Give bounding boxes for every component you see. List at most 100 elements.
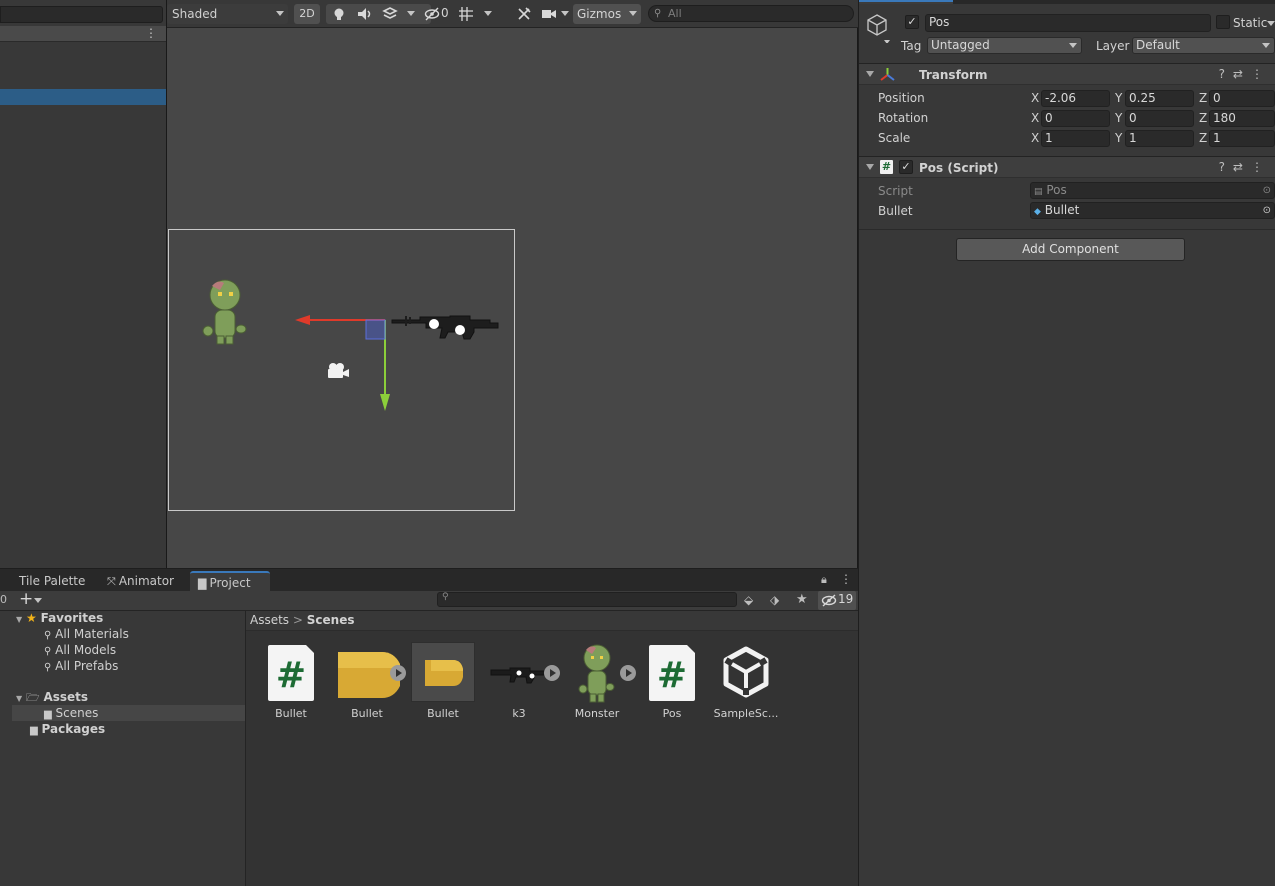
lock-icon[interactable]: 🔒︎ (821, 573, 827, 587)
axis-z-label: Z (1199, 91, 1208, 105)
asset-bullet-sprite-sheet[interactable]: Bullet (332, 642, 406, 720)
tree-item-assets[interactable]: ▼ 🗁︎ Assets (16, 689, 88, 705)
tree-item-all-prefabs[interactable]: ⚲ All Prefabs (44, 658, 118, 674)
breadcrumb-assets[interactable]: Assets (250, 613, 289, 627)
transform-title: Transform (919, 68, 988, 82)
asset-bullet-prefab[interactable]: Bullet (408, 642, 478, 720)
star-favorite-icon[interactable]: ★ (796, 592, 808, 607)
foldout-down-icon: ▼ (16, 694, 23, 703)
tools-icon[interactable] (516, 6, 532, 22)
search-by-type-icon[interactable]: ⬙ (744, 593, 753, 607)
kebab-menu-icon[interactable]: ⋮ (840, 572, 852, 586)
object-name-field[interactable]: Pos (925, 14, 1211, 32)
shading-mode-label: Shaded (172, 7, 218, 21)
star-icon: ★ (25, 611, 37, 625)
svg-text:#: # (657, 655, 687, 696)
rotation-x-field[interactable]: 0 (1041, 110, 1110, 127)
rotation-y-field[interactable]: 0 (1125, 110, 1194, 127)
kebab-menu-icon[interactable]: ⋮ (145, 26, 157, 41)
scale-label: Scale (878, 131, 911, 145)
hidden-packages-toggle[interactable]: 19 (818, 591, 856, 610)
scale-x-field[interactable]: 1 (1041, 130, 1110, 147)
pos-script-header[interactable]: # ✓ Pos (Script) ?⇄⋮ (859, 156, 1275, 178)
csharp-script-icon: # (268, 645, 314, 701)
transform-header[interactable]: Transform ?⇄⋮ (859, 63, 1275, 85)
asset-pos-script[interactable]: # Pos (637, 642, 707, 720)
static-checkbox[interactable] (1216, 15, 1230, 29)
tree-item-favorites[interactable]: ▼ ★ Favorites (16, 610, 103, 626)
folder-open-icon: 🗁︎ (25, 691, 40, 704)
toggle-2d-button[interactable]: 2D (294, 4, 320, 24)
folder-icon: ▆ (44, 709, 52, 720)
bullet-reference-field[interactable]: ◆ Bullet ⊙ (1030, 202, 1275, 219)
shading-mode-dropdown[interactable]: Shaded (167, 4, 288, 24)
project-search-input[interactable]: ⚲ (437, 592, 737, 607)
scale-y-field[interactable]: 1 (1125, 130, 1194, 147)
asset-k3-sprite-sheet[interactable]: k3 (484, 642, 560, 720)
hidden-packages-count: 19 (838, 592, 854, 606)
component-header-icons[interactable]: ?⇄⋮ (1219, 160, 1271, 174)
bullet-prefab-icon (425, 660, 463, 686)
prefab-cube-icon: ◆ (1034, 207, 1041, 217)
label-tag-icon[interactable]: ⬗ (770, 593, 779, 607)
object-picker-icon[interactable]: ⊙ (1263, 203, 1271, 218)
asset-monster-sprite-sheet[interactable]: Monster (562, 642, 636, 720)
expand-play-icon[interactable] (620, 665, 636, 681)
gizmos-dropdown[interactable]: Gizmos (573, 4, 641, 24)
active-checkbox[interactable]: ✓ (905, 15, 919, 29)
create-asset-button[interactable]: + (17, 589, 45, 609)
tab-animator[interactable]: ⤧ Animator (99, 571, 182, 591)
bullet-label: Bullet (878, 204, 913, 218)
lightbulb-icon[interactable] (332, 7, 346, 21)
gameobject-cube-icon (867, 14, 890, 43)
expand-play-icon[interactable] (544, 665, 560, 681)
tab-inspector[interactable] (859, 0, 953, 4)
position-x-field[interactable]: -2.06 (1041, 90, 1110, 107)
component-divider (859, 229, 1275, 230)
move-tool-gizmo[interactable] (290, 305, 400, 415)
expand-play-icon[interactable] (390, 665, 406, 681)
breadcrumb-scenes[interactable]: Scenes (307, 613, 355, 627)
grid-dropdown-icon[interactable] (484, 11, 492, 16)
grid-snapping-icon[interactable] (458, 6, 474, 22)
position-z-field[interactable]: 0 (1209, 90, 1275, 107)
component-header-icons[interactable]: ?⇄⋮ (1219, 67, 1271, 81)
rotation-z-field[interactable]: 180 (1209, 110, 1275, 127)
scale-x-value: 1 (1045, 131, 1053, 145)
hierarchy-search-input[interactable] (0, 6, 163, 23)
chevron-down-icon (1069, 43, 1077, 48)
camera-gizmo-icon[interactable] (325, 362, 351, 380)
hierarchy-panel (0, 0, 167, 568)
gun-sprite[interactable] (390, 308, 502, 344)
position-y-field[interactable]: 0.25 (1125, 90, 1194, 107)
tag-value: Untagged (931, 38, 990, 52)
scale-z-field[interactable]: 1 (1209, 130, 1275, 147)
hidden-eye-icon (821, 594, 837, 607)
scene-camera-icon[interactable] (541, 8, 557, 20)
component-enabled-checkbox[interactable]: ✓ (899, 160, 913, 174)
asset-bullet-script[interactable]: # Bullet (256, 642, 326, 720)
hidden-objects-eye-icon[interactable] (424, 7, 440, 21)
object-name-value: Pos (929, 15, 950, 29)
asset-sample-scene[interactable]: SampleSc... (711, 642, 781, 720)
hierarchy-scene-header[interactable]: ⋮ (0, 26, 166, 42)
effects-dropdown-icon[interactable] (407, 11, 415, 16)
tree-item-packages[interactable]: ▆ Packages (30, 721, 105, 737)
static-dropdown-icon[interactable] (1267, 21, 1275, 26)
tag-dropdown[interactable]: Untagged (927, 37, 1082, 54)
layer-dropdown[interactable]: Default (1132, 37, 1275, 54)
tree-item-all-materials[interactable]: ⚲ All Materials (44, 626, 129, 642)
audio-icon[interactable] (357, 7, 373, 21)
tab-tile-palette[interactable]: Tile Palette (11, 571, 93, 591)
tab-project[interactable]: ▇ Project (190, 571, 270, 591)
effects-icon[interactable] (382, 6, 398, 21)
add-component-button[interactable]: Add Component (956, 238, 1185, 261)
script-label: Script (878, 184, 913, 198)
monster-sprite[interactable] (200, 276, 250, 348)
script-value: Pos (1046, 183, 1067, 197)
camera-dropdown-icon[interactable] (561, 11, 569, 16)
scene-search-input[interactable]: ⚲ All (648, 5, 854, 22)
tree-item-all-models[interactable]: ⚲ All Models (44, 642, 116, 658)
hierarchy-selected-row[interactable] (0, 89, 166, 105)
tree-item-scenes[interactable]: ▆ Scenes (44, 705, 98, 721)
